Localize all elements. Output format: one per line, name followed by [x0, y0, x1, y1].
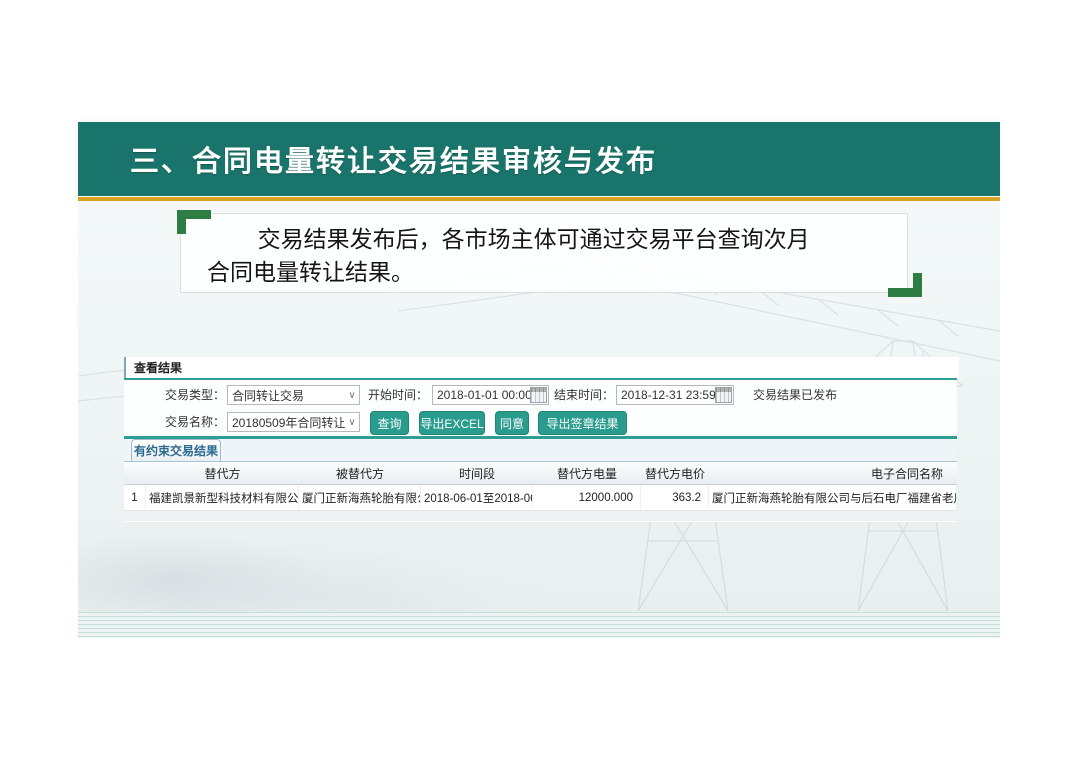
corner-bracket-top-left	[177, 210, 211, 234]
gold-divider	[78, 197, 1000, 201]
empty-alt-row	[124, 511, 957, 521]
query-form: 交易类型： 合同转让交易 ∨ 开始时间： 2018-01-01 00:00:00…	[124, 380, 957, 436]
header-substitute-party: 替代方	[146, 462, 299, 484]
table-header-row: 替代方 被替代方 时间段 替代方电量 替代方电价 电子合同名称	[124, 462, 957, 485]
header-substitute-energy: 替代方电量	[533, 462, 641, 484]
header-contract-name: 电子合同名称	[709, 462, 957, 484]
header-time-period: 时间段	[421, 462, 533, 484]
cell-substitute-price: 363.2	[641, 485, 709, 510]
header-index	[124, 462, 146, 484]
corner-bracket-bottom-right	[888, 273, 922, 297]
agree-button[interactable]: 同意	[495, 411, 529, 435]
calendar-icon[interactable]	[715, 387, 732, 403]
trade-name-label: 交易名称：	[149, 411, 225, 433]
footer-stripes	[78, 612, 1000, 638]
cell-time-period: 2018-06-01至2018-06-30	[421, 485, 533, 510]
start-time-label: 开始时间：	[352, 384, 428, 406]
start-time-input[interactable]: 2018-01-01 00:00:00	[432, 385, 549, 405]
intro-text-line2: 合同电量转让结果。	[207, 256, 889, 289]
intro-box: 交易结果发布后，各市场主体可通过交易平台查询次月 合同电量转让结果。	[180, 213, 908, 293]
panel-title: 查看结果	[126, 359, 182, 376]
query-button[interactable]: 查询	[370, 411, 409, 435]
trade-type-select[interactable]: 合同转让交易 ∨	[227, 385, 360, 405]
end-time-input[interactable]: 2018-12-31 23:59:59	[616, 385, 734, 405]
results-panel: 查看结果 交易类型： 合同转让交易 ∨ 开始时间： 2018-01-01 00:…	[124, 357, 957, 522]
table-row[interactable]: 1 福建凯景新型科技材料有限公司 厦门正新海燕轮胎有限公司 2018-06-01…	[124, 485, 957, 511]
cell-substitute-energy: 12000.000	[533, 485, 641, 510]
slide-title: 三、合同电量转让交易结果审核与发布	[78, 138, 657, 180]
slide-title-bar: 三、合同电量转让交易结果审核与发布	[78, 122, 1000, 196]
trade-name-select[interactable]: 20180509年合同转让用户 ∨	[227, 412, 360, 432]
end-time-label: 结束时间：	[538, 384, 614, 406]
page: { "slide": { "title": "三、合同电量转让交易结果审核与发布…	[0, 0, 1080, 764]
slide: 三、合同电量转让交易结果审核与发布 交易结果发布后，各市场主体可通过交易平台查询…	[78, 118, 1000, 638]
tab-constrained-results[interactable]: 有约束交易结果	[131, 439, 221, 461]
trade-type-label: 交易类型：	[149, 384, 225, 406]
header-substituted-party: 被替代方	[299, 462, 421, 484]
cell-index: 1	[124, 485, 146, 510]
chevron-down-icon[interactable]: ∨	[345, 417, 359, 428]
cell-substitute-party: 福建凯景新型科技材料有限公司	[146, 485, 299, 510]
cell-substituted-party: 厦门正新海燕轮胎有限公司	[299, 485, 421, 510]
panel-header: 查看结果	[124, 357, 959, 378]
intro-text-line1: 交易结果发布后，各市场主体可通过交易平台查询次月	[207, 223, 889, 256]
export-signed-results-button[interactable]: 导出签章结果	[538, 411, 627, 435]
header-substitute-price: 替代方电价	[641, 462, 709, 484]
publish-status-text: 交易结果已发布	[753, 384, 837, 406]
export-excel-button[interactable]: 导出EXCEL	[419, 411, 485, 435]
tab-bar: 有约束交易结果	[124, 439, 957, 462]
cell-contract-name: 厦门正新海燕轮胎有限公司与后石电厂福建省老用户2018	[709, 485, 957, 510]
